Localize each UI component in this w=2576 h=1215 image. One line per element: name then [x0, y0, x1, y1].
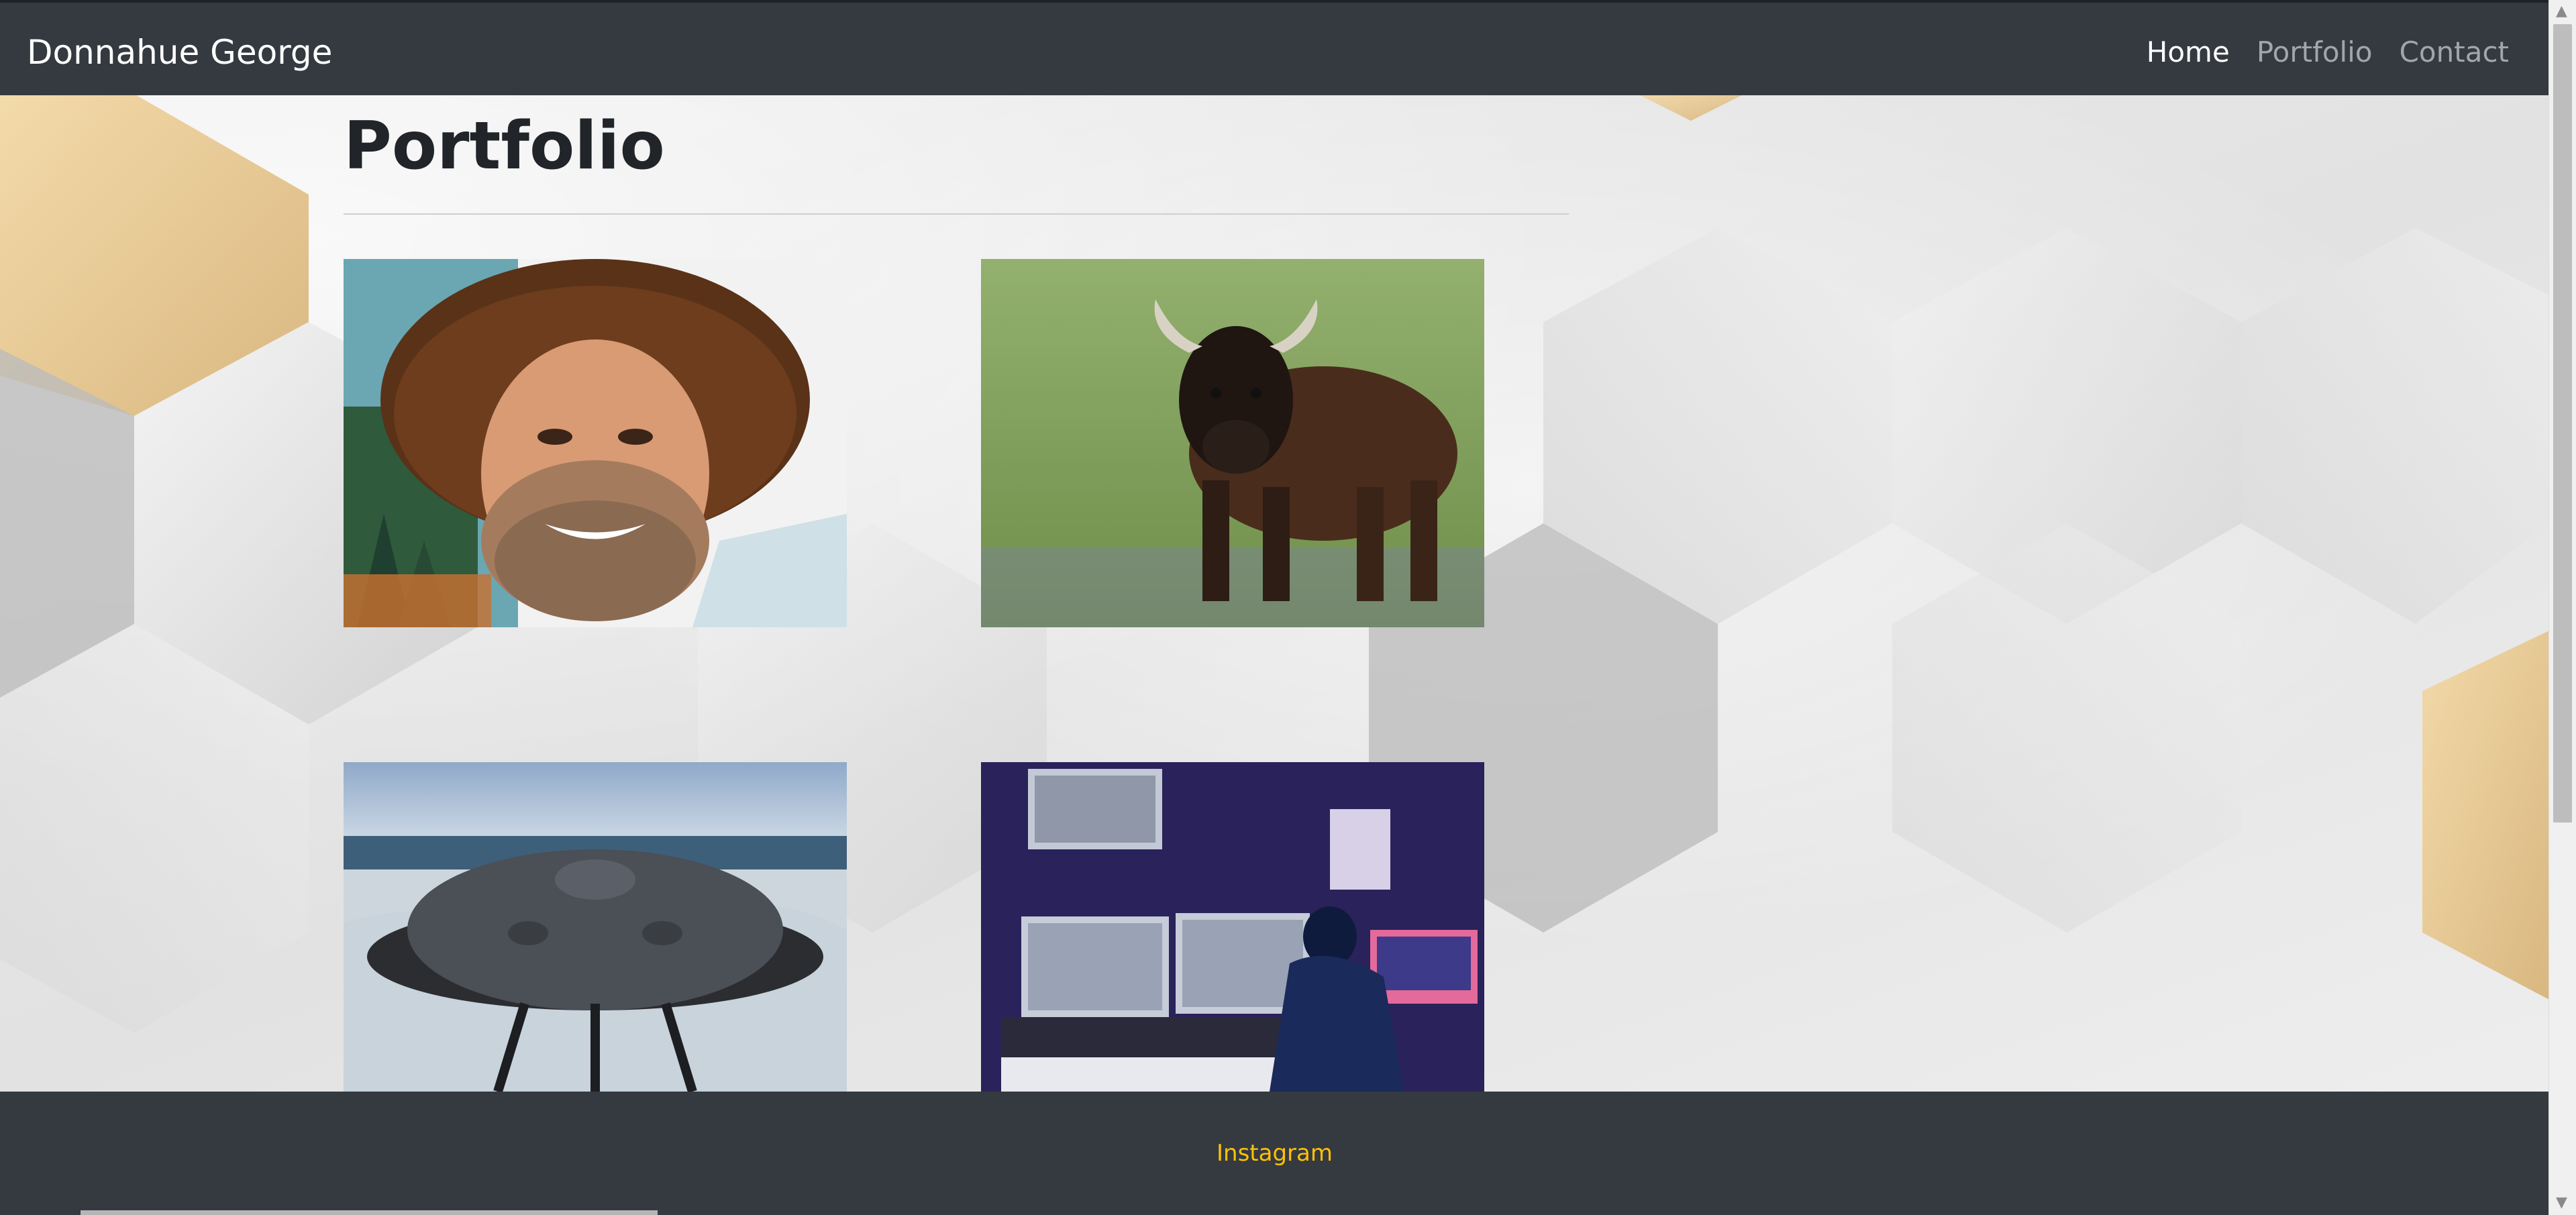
portrait-image — [344, 259, 847, 627]
vertical-scrollbar[interactable]: ▲ ▼ — [2548, 0, 2576, 1215]
title-divider — [344, 213, 1569, 215]
gallery-image-handpan[interactable] — [344, 762, 847, 1092]
nav-link-portfolio[interactable]: Portfolio — [2257, 35, 2373, 70]
brand-link[interactable]: Donnahue George — [27, 32, 332, 72]
instagram-link[interactable]: Instagram — [0, 1140, 2549, 1167]
gallery-image-portrait[interactable] — [344, 259, 847, 627]
handpan-image — [344, 762, 847, 1092]
bull-image — [981, 259, 1484, 627]
nav-link-home[interactable]: Home — [2147, 35, 2230, 70]
scroll-thumb[interactable] — [2553, 24, 2572, 823]
main-content: Portfolio — [344, 95, 1569, 215]
gallery-image-bull[interactable] — [981, 259, 1484, 627]
nav-link-contact[interactable]: Contact — [2400, 35, 2509, 70]
top-navbar: Donnahue George Home Portfolio Contact — [0, 0, 2549, 95]
studio-image — [981, 762, 1484, 1092]
horizontal-scrollbar[interactable] — [81, 1210, 658, 1215]
scroll-down-icon[interactable]: ▼ — [2556, 1194, 2567, 1211]
page-title: Portfolio — [344, 108, 665, 184]
footer: Instagram — [0, 1092, 2549, 1215]
scroll-up-icon[interactable]: ▲ — [2556, 3, 2567, 19]
gallery-image-studio[interactable] — [981, 762, 1484, 1092]
nav-links: Home Portfolio Contact — [2147, 35, 2509, 70]
